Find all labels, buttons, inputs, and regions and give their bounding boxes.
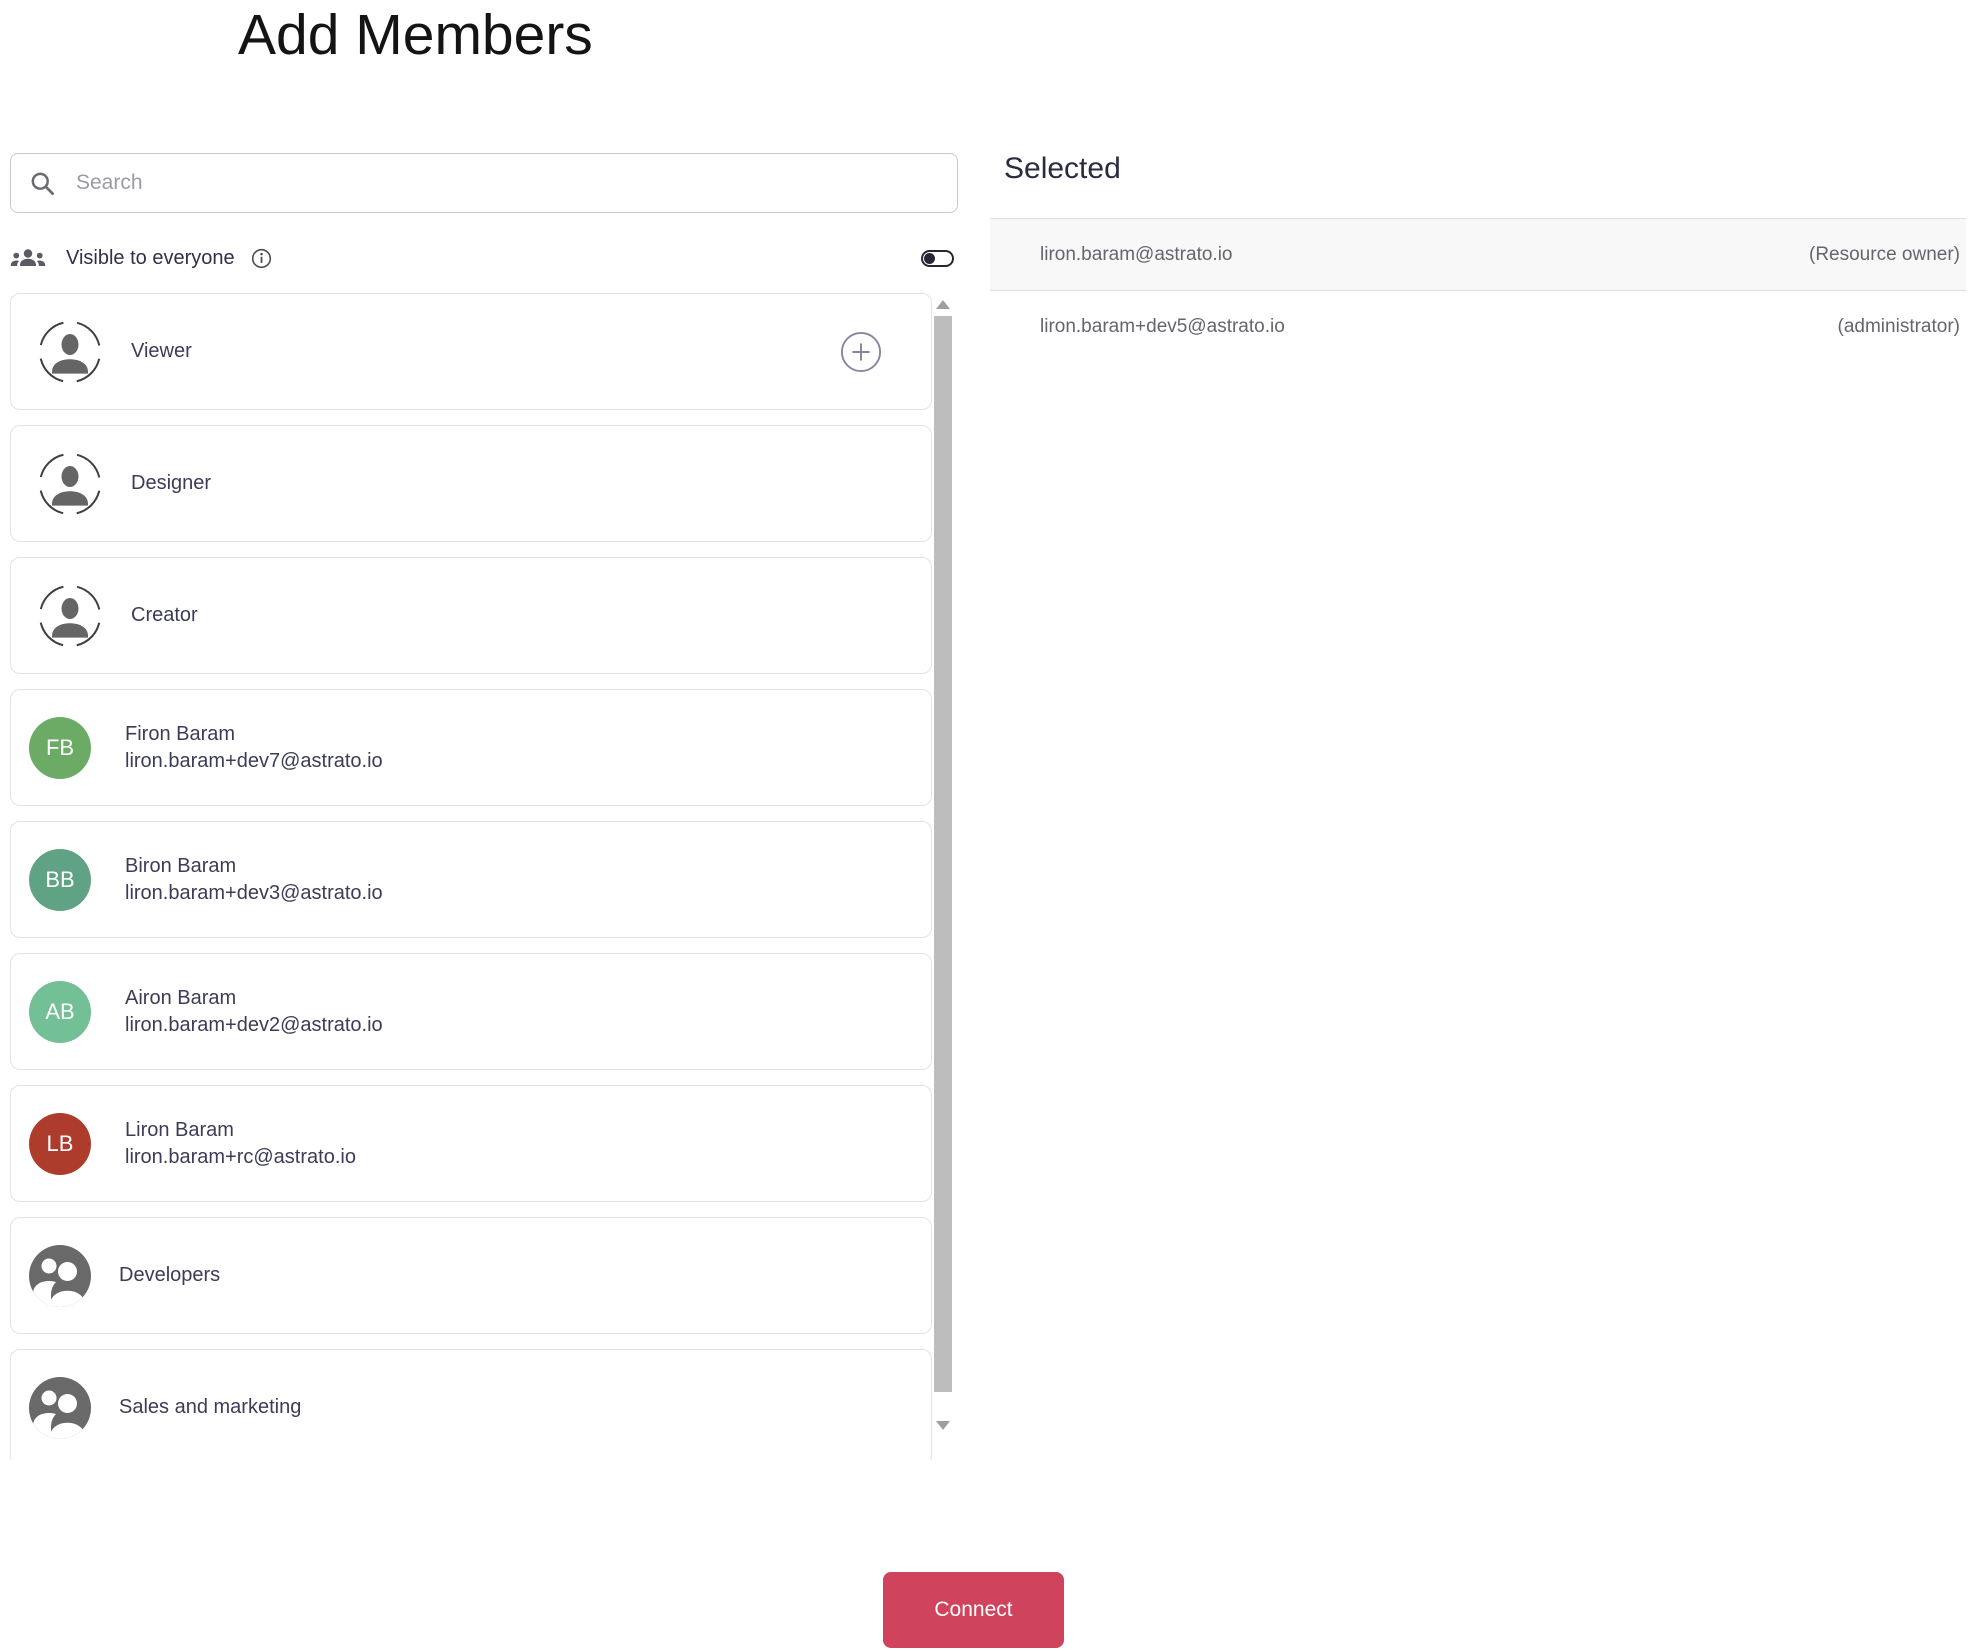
selected-member-email: liron.baram+dev5@astrato.io	[1040, 315, 1285, 337]
role-name: Viewer	[131, 340, 192, 362]
member-card-role[interactable]: Designer	[10, 425, 932, 542]
page-title: Add Members	[238, 3, 593, 67]
avatar: BB	[29, 848, 91, 911]
role-name: Creator	[131, 604, 198, 626]
person-dashed-circle-icon	[37, 451, 103, 517]
user-email: liron.baram+dev7@astrato.io	[125, 749, 383, 772]
selected-member-row: liron.baram+dev5@astrato.io (administrat…	[990, 290, 1966, 362]
selected-member-role: (Resource owner)	[1809, 243, 1960, 265]
member-card-group[interactable]: Sales and marketing	[10, 1349, 932, 1460]
visibility-row: Visible to everyone	[10, 240, 954, 276]
selected-member-email: liron.baram@astrato.io	[1040, 243, 1233, 265]
group-name: Developers	[119, 1264, 221, 1286]
add-member-button[interactable]	[840, 331, 882, 373]
search-input[interactable]	[76, 171, 939, 195]
user-email: liron.baram+rc@astrato.io	[125, 1145, 356, 1168]
avatar: LB	[29, 1112, 91, 1175]
role-name: Designer	[131, 472, 212, 494]
avatar: AB	[29, 980, 91, 1043]
member-card-role[interactable]: Creator	[10, 557, 932, 674]
selected-member-row: liron.baram@astrato.io (Resource owner)	[990, 218, 1966, 290]
avatar-initials: BB	[45, 866, 75, 892]
avatar-initials: LB	[46, 1130, 74, 1156]
scroll-down-arrow-icon[interactable]	[936, 1421, 950, 1430]
user-name: Airon Baram	[125, 986, 237, 1009]
member-card-user[interactable]: AB Airon Baram liron.baram+dev2@astrato.…	[10, 953, 932, 1070]
user-name: Liron Baram	[125, 1118, 234, 1141]
member-card-role[interactable]: Viewer	[10, 293, 932, 410]
selected-members-list: liron.baram@astrato.io (Resource owner) …	[990, 218, 1966, 362]
user-text: Airon Baram liron.baram+dev2@astrato.io	[125, 985, 383, 1039]
user-text: Biron Baram liron.baram+dev3@astrato.io	[125, 853, 383, 907]
connect-button[interactable]: Connect	[883, 1572, 1064, 1648]
visibility-toggle[interactable]	[921, 249, 954, 267]
person-dashed-circle-icon	[37, 319, 103, 385]
selected-heading: Selected	[1004, 152, 1121, 185]
scrollbar-thumb[interactable]	[934, 316, 952, 1392]
search-box	[10, 153, 958, 213]
visibility-label: Visible to everyone	[66, 246, 235, 269]
member-card-user[interactable]: BB Biron Baram liron.baram+dev3@astrato.…	[10, 821, 932, 938]
add-members-dialog: Add Members Visible to everyon	[0, 0, 1973, 1651]
search-icon	[29, 170, 56, 197]
avatar-initials: AB	[45, 998, 75, 1024]
selected-member-role: (administrator)	[1837, 315, 1960, 337]
user-text: Liron Baram liron.baram+rc@astrato.io	[125, 1117, 356, 1171]
user-text: Firon Baram liron.baram+dev7@astrato.io	[125, 721, 383, 775]
member-card-group[interactable]: Developers	[10, 1217, 932, 1334]
avatar: FB	[29, 716, 91, 779]
toggle-knob	[924, 252, 935, 264]
member-card-user[interactable]: LB Liron Baram liron.baram+rc@astrato.io	[10, 1085, 932, 1202]
info-icon[interactable]	[251, 248, 272, 269]
user-name: Firon Baram	[125, 722, 236, 745]
avatar-initials: FB	[45, 734, 75, 760]
user-email: liron.baram+dev2@astrato.io	[125, 1013, 383, 1036]
person-dashed-circle-icon	[37, 583, 103, 649]
member-card-user[interactable]: FB Firon Baram liron.baram+dev7@astrato.…	[10, 689, 932, 806]
user-email: liron.baram+dev3@astrato.io	[125, 881, 383, 904]
user-name: Biron Baram	[125, 854, 237, 877]
member-list: Viewer Designer Creator FB Firon Baram l…	[10, 293, 932, 1460]
scroll-up-arrow-icon[interactable]	[936, 300, 950, 309]
group-name: Sales and marketing	[119, 1396, 302, 1418]
group-avatar-icon	[29, 1376, 91, 1439]
member-list-scrollbar[interactable]	[934, 293, 952, 1460]
people-group-icon	[10, 246, 46, 270]
group-avatar-icon	[29, 1244, 91, 1307]
